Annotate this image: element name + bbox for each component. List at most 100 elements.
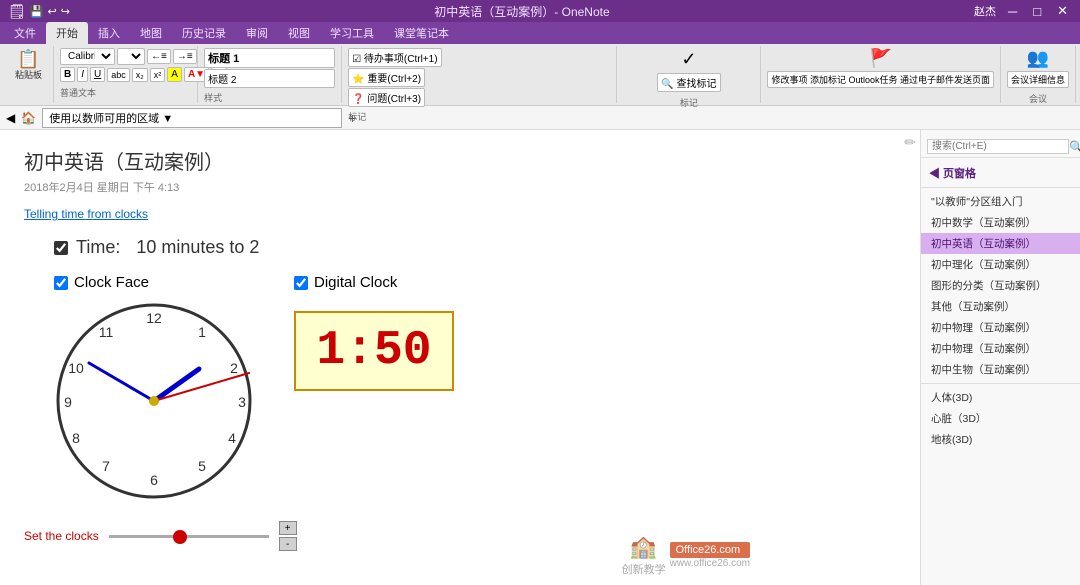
title-bar: 🗒 💾 ↩ ↪ 初中英语（互动案例）- OneNote 赵杰 ─ □ ✕ — [0, 0, 1080, 22]
bold-button[interactable]: B — [60, 67, 75, 82]
slider-buttons: + - — [279, 521, 297, 551]
tag-row2: ⭐ 重要(Ctrl+2) — [348, 68, 441, 87]
font-row2: B I U abc x₂ x² A A▼ ✕ — [60, 67, 191, 82]
minimize-button[interactable]: ─ — [1004, 4, 1021, 19]
sidebar-item-physics2[interactable]: 初中物理（互动案例） — [921, 338, 1080, 359]
ribbon-section-tags: ☑ 待办事项(Ctrl+1) ⭐ 重要(Ctrl+2) ❓ 问题(Ctrl+3)… — [342, 46, 617, 103]
user-name: 赵杰 — [974, 3, 996, 19]
subscript-button[interactable]: x₂ — [132, 68, 148, 82]
increase-indent[interactable]: →≡ — [173, 49, 197, 64]
content-area: ✏ 初中英语（互动案例） 2018年2月4日 星期日 下午 4:13 Telli… — [0, 130, 920, 585]
svg-text:8: 8 — [72, 430, 80, 446]
important-tag[interactable]: ⭐ 重要(Ctrl+2) — [348, 68, 425, 87]
address-bar: ◀ 🏠 使用以数师可用的区域 ▼ + — [0, 106, 1080, 130]
time-checkbox[interactable] — [54, 241, 68, 255]
slider-minus-button[interactable]: - — [279, 537, 297, 551]
mark-read-button[interactable]: ✓ — [678, 48, 699, 71]
digital-clock-checkbox[interactable] — [294, 276, 308, 290]
tag-row3: ❓ 问题(Ctrl+3) — [348, 88, 441, 107]
find-tags-button[interactable]: 🔍 查找标记 — [657, 73, 720, 92]
sidebar-title: ◀ 页窗格 — [921, 162, 1080, 184]
nav-home-icon[interactable]: 🏠 — [21, 111, 36, 125]
watermark-office-box: Office26.com — [670, 542, 750, 558]
ribbon-toolbar: 📋 粘贴板 Calibri 11 ←≡ →≡ B I U abc x₂ — [0, 44, 1080, 106]
time-label-text: Time: — [76, 237, 120, 258]
sidebar-item-heart3d[interactable]: 心脏（3D） — [921, 408, 1080, 429]
ribbon-section-styles: 标题 1 标题 2 样式 — [198, 46, 342, 103]
sidebar-item-biology[interactable]: 初中生物（互动案例） — [921, 359, 1080, 380]
redo-icon[interactable]: ↪ — [61, 5, 70, 18]
styles-section-label: 样式 — [204, 89, 335, 104]
nav-back-icon[interactable]: ◀ — [6, 111, 15, 125]
svg-text:1: 1 — [198, 324, 206, 340]
font-family-select[interactable]: Calibri — [60, 48, 115, 65]
svg-text:10: 10 — [68, 360, 84, 376]
font-size-select[interactable]: 11 — [117, 48, 145, 65]
email-page-button[interactable]: 修改事项 添加标记 Outlook任务 通过电子邮件发送页面 — [767, 71, 994, 88]
tab-review[interactable]: 审阅 — [236, 22, 278, 44]
slider-plus-button[interactable]: + — [279, 521, 297, 535]
tab-home[interactable]: 开始 — [46, 22, 88, 44]
tab-map[interactable]: 地图 — [130, 22, 172, 44]
italic-button[interactable]: I — [77, 67, 88, 82]
tab-learning[interactable]: 学习工具 — [320, 22, 384, 44]
heading2-button[interactable]: 标题 2 — [204, 69, 335, 88]
undo-icon[interactable]: ↩ — [47, 5, 56, 18]
analog-section: Clock Face 12 1 2 3 4 — [54, 274, 254, 501]
page-meta: 2018年2月4日 星期日 下午 4:13 — [24, 179, 896, 195]
todo-tag[interactable]: ☑ 待办事项(Ctrl+1) — [348, 48, 441, 67]
superscript-button[interactable]: x² — [150, 68, 166, 82]
sidebar-item-body3d[interactable]: 人体(3D) — [921, 387, 1080, 408]
strikethrough-button[interactable]: abc — [107, 68, 130, 82]
svg-text:11: 11 — [99, 324, 114, 340]
question-tag[interactable]: ❓ 问题(Ctrl+3) — [348, 88, 425, 107]
sidebar-item-english[interactable]: 初中英语（互动案例） — [921, 233, 1080, 254]
clock-face-label-text: Clock Face — [74, 274, 149, 291]
watermark-icon: 🏫 — [630, 534, 657, 560]
maximize-button[interactable]: □ — [1029, 4, 1045, 19]
sidebar-search-area: 🔍 — [921, 136, 1080, 158]
quick-save-icon[interactable]: 💾 — [30, 5, 44, 18]
sidebar-item-physics1[interactable]: 初中物理（互动案例） — [921, 317, 1080, 338]
digital-clock-label: Digital Clock — [294, 274, 397, 291]
page-link[interactable]: Telling time from clocks — [24, 207, 896, 221]
sidebar-search-input[interactable] — [927, 139, 1069, 154]
tab-insert[interactable]: 插入 — [88, 22, 130, 44]
clocks-container: Clock Face 12 1 2 3 4 — [54, 274, 896, 501]
decrease-indent[interactable]: ←≡ — [147, 49, 171, 64]
address-input[interactable]: 使用以数师可用的区域 ▼ — [42, 108, 342, 128]
sidebar-item-math[interactable]: 初中数学（互动案例） — [921, 212, 1080, 233]
slider-label: Set the clocks — [24, 529, 99, 543]
add-page-button[interactable]: + — [348, 110, 356, 126]
app-icon: 🗒 — [8, 3, 26, 20]
sidebar-search-icon[interactable]: 🔍 — [1069, 140, 1080, 154]
highlight-button[interactable]: A — [167, 67, 182, 82]
sidebar-item-chemistry[interactable]: 初中理化（互动案例） — [921, 254, 1080, 275]
tags-section-label: 标记 — [348, 108, 441, 123]
paste-button[interactable]: 📋 粘贴板 — [11, 48, 46, 83]
tab-view[interactable]: 视图 — [278, 22, 320, 44]
time-value: 10 minutes to 2 — [136, 237, 259, 258]
sidebar-item-other[interactable]: 其他（互动案例） — [921, 296, 1080, 317]
font-section-label: 普通文本 — [60, 84, 191, 99]
slider-area: Set the clocks + - — [24, 521, 896, 551]
sidebar-item-teacher[interactable]: "以教师"分区组入门 — [921, 191, 1080, 212]
tab-classroom[interactable]: 课堂笔记本 — [384, 22, 459, 44]
edit-icon[interactable]: ✏ — [904, 134, 916, 151]
ribbon-section-font: Calibri 11 ←≡ →≡ B I U abc x₂ x² A A▼ ✕ … — [54, 46, 198, 103]
slider-thumb[interactable] — [173, 530, 187, 544]
meeting-details-button[interactable]: 会议详细信息 — [1007, 71, 1069, 88]
watermark-text2: Office26.com — [676, 544, 741, 556]
clock-face-checkbox[interactable] — [54, 276, 68, 290]
ribbon-section-meeting: 👥 会议详细信息 会议 — [1001, 46, 1076, 103]
tab-history[interactable]: 历史记录 — [172, 22, 236, 44]
close-button[interactable]: ✕ — [1053, 3, 1072, 19]
heading1-button[interactable]: 标题 1 — [204, 48, 335, 68]
svg-text:5: 5 — [198, 458, 206, 474]
sidebar-item-earth3d[interactable]: 地核(3D) — [921, 429, 1080, 450]
slider-track[interactable] — [109, 535, 269, 538]
sidebar-item-geometry[interactable]: 图形的分类（互动案例） — [921, 275, 1080, 296]
underline-button[interactable]: U — [90, 67, 105, 82]
tab-file[interactable]: 文件 — [4, 22, 46, 44]
svg-text:12: 12 — [146, 310, 162, 326]
